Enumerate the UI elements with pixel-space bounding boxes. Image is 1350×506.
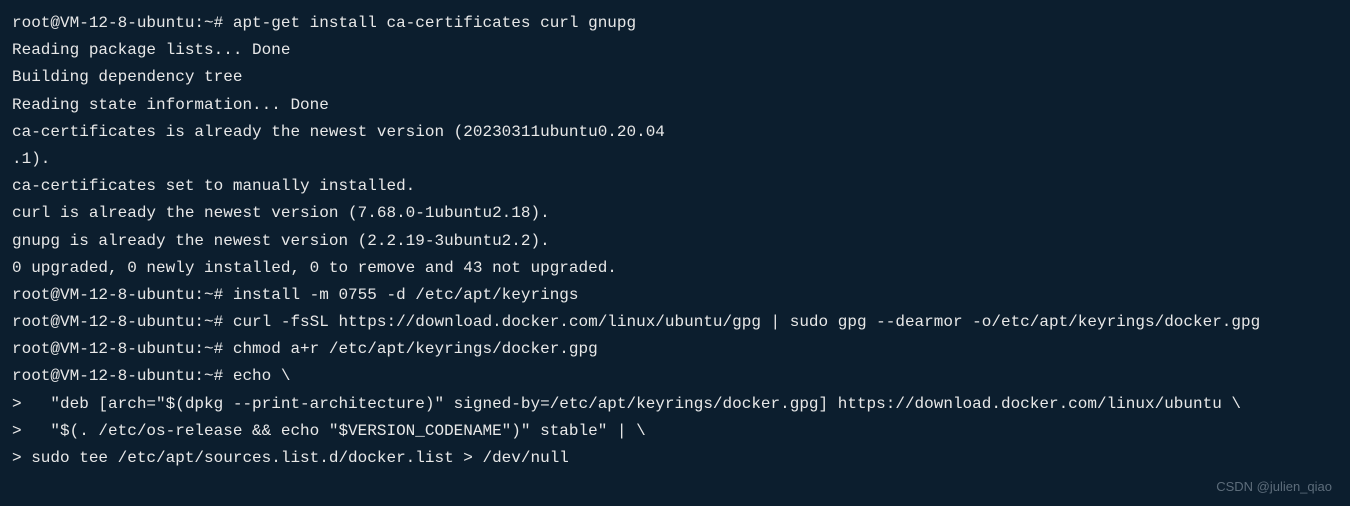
terminal-line: Reading package lists... Done xyxy=(12,37,1338,64)
terminal-line: ca-certificates set to manually installe… xyxy=(12,173,1338,200)
terminal-line: ca-certificates is already the newest ve… xyxy=(12,119,1338,146)
watermark-text: CSDN @julien_qiao xyxy=(1216,476,1332,498)
terminal-line: gnupg is already the newest version (2.2… xyxy=(12,228,1338,255)
terminal-line: .1). xyxy=(12,146,1338,173)
terminal-output[interactable]: root@VM-12-8-ubuntu:~# apt-get install c… xyxy=(12,10,1338,472)
terminal-line: > "$(. /etc/os-release && echo "$VERSION… xyxy=(12,418,1338,445)
terminal-line: 0 upgraded, 0 newly installed, 0 to remo… xyxy=(12,255,1338,282)
terminal-line: root@VM-12-8-ubuntu:~# echo \ xyxy=(12,363,1338,390)
terminal-line: Building dependency tree xyxy=(12,64,1338,91)
terminal-line: root@VM-12-8-ubuntu:~# chmod a+r /etc/ap… xyxy=(12,336,1338,363)
terminal-line: root@VM-12-8-ubuntu:~# curl -fsSL https:… xyxy=(12,309,1338,336)
terminal-line: > sudo tee /etc/apt/sources.list.d/docke… xyxy=(12,445,1338,472)
terminal-line: root@VM-12-8-ubuntu:~# install -m 0755 -… xyxy=(12,282,1338,309)
terminal-line: Reading state information... Done xyxy=(12,92,1338,119)
terminal-line: curl is already the newest version (7.68… xyxy=(12,200,1338,227)
terminal-line: root@VM-12-8-ubuntu:~# apt-get install c… xyxy=(12,10,1338,37)
terminal-line: > "deb [arch="$(dpkg --print-architectur… xyxy=(12,391,1338,418)
